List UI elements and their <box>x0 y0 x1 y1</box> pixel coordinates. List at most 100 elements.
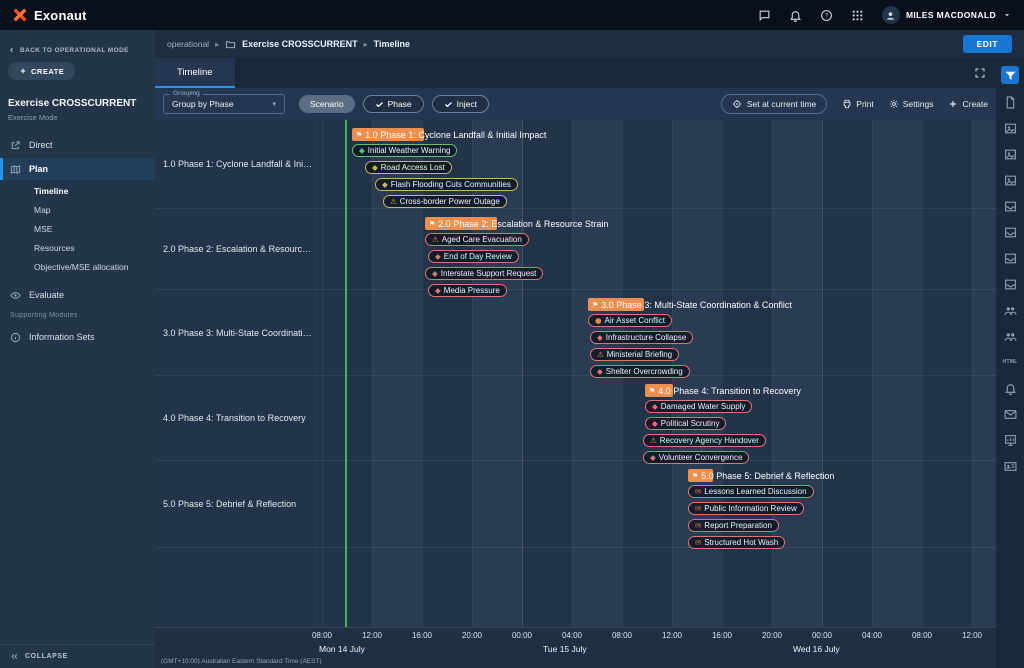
tick-label: 08:00 <box>902 631 942 640</box>
apps-grid-icon[interactable] <box>851 9 864 22</box>
create-inject-button[interactable]: Create <box>948 99 988 109</box>
tray-icon[interactable] <box>1002 198 1018 214</box>
breadcrumb-page: Timeline <box>374 39 410 49</box>
fullscreen-icon[interactable] <box>974 67 986 79</box>
grouping-select[interactable]: Grouping Group by Phase ▾ <box>163 94 285 114</box>
diamond-icon: ◆ <box>650 454 656 462</box>
diamond-icon: ◆ <box>435 287 441 295</box>
phase-bar[interactable]: ⚑4.0 Phase 4: Transition to Recovery <box>645 384 801 397</box>
sidebar-item-timeline[interactable]: Timeline <box>34 182 68 200</box>
sidebar-item-information-sets[interactable]: Information Sets <box>0 326 155 348</box>
sidebar-item-direct[interactable]: Direct <box>0 134 155 156</box>
toolbar-right-actions: Set at current time Print Settings Creat… <box>721 94 988 114</box>
chevron-down-icon <box>1002 10 1012 20</box>
inject-chip-label: Initial Weather Warning <box>368 146 451 155</box>
create-button[interactable]: CREATE <box>8 62 75 80</box>
inject-chip[interactable]: ⚠Cross-border Power Outage <box>383 195 507 208</box>
phase-bar-label: 5.0 Phase 5: Debrief & Reflection <box>701 471 834 481</box>
sidebar-item-evaluate[interactable]: Evaluate <box>0 284 155 306</box>
inject-chip[interactable]: ◆Infrastructure Collapse <box>590 331 693 344</box>
sidebar-item-mse[interactable]: MSE <box>34 220 52 238</box>
filter-chips: Scenario Phase Inject <box>299 95 489 113</box>
inject-chip[interactable]: ●Air Asset Conflict <box>588 314 672 327</box>
target-icon <box>732 99 742 109</box>
app-logo-text: Exonaut <box>34 8 87 23</box>
inject-chip[interactable]: ◆Interstate Support Request <box>425 267 543 280</box>
inject-chip-label: Public Information Review <box>704 504 796 513</box>
inject-chip[interactable]: ⚠Recovery Agency Handover <box>643 434 766 447</box>
inject-chip[interactable]: ◆Damaged Water Supply <box>645 400 752 413</box>
inject-filter-chip[interactable]: Inject <box>432 95 489 113</box>
file-icon[interactable] <box>1002 94 1018 110</box>
mail-icon: ✉ <box>695 505 701 513</box>
group-icon[interactable] <box>1002 328 1018 344</box>
tray-icon[interactable] <box>1002 250 1018 266</box>
inject-chip[interactable]: ◆Shelter Overcrowding <box>590 365 690 378</box>
phase-bar[interactable]: ⚑5.0 Phase 5: Debrief & Reflection <box>688 469 834 482</box>
settings-button[interactable]: Settings <box>889 99 934 109</box>
print-button[interactable]: Print <box>842 99 873 109</box>
collapse-sidebar-button[interactable]: COLLAPSE <box>0 644 155 668</box>
inject-chip[interactable]: ✉Lessons Learned Discussion <box>688 485 814 498</box>
edit-button[interactable]: EDIT <box>963 35 1012 53</box>
sidebar-item-map[interactable]: Map <box>34 201 51 219</box>
user-menu[interactable]: MILES MACDONALD <box>882 6 1012 24</box>
set-at-current-time-button[interactable]: Set at current time <box>721 94 827 114</box>
plus-icon <box>19 67 27 75</box>
mail-icon: ✉ <box>695 488 701 496</box>
sidebar-item-objective-mse-allocation[interactable]: Objective/MSE allocation <box>34 258 129 276</box>
idcard-icon[interactable] <box>1002 458 1018 474</box>
inject-chip[interactable]: ◆Road Access Lost <box>365 161 452 174</box>
gear-icon <box>889 99 899 109</box>
tray-icon[interactable] <box>1002 276 1018 292</box>
help-icon[interactable]: ? <box>820 9 833 22</box>
notifications-bell-icon[interactable] <box>789 9 802 22</box>
right-icon-rail: HTML <box>996 58 1024 668</box>
breadcrumb: operational ▸ Exercise CROSSCURRENT ▸ Ti… <box>155 30 1024 58</box>
scenario-filter-chip[interactable]: Scenario <box>299 95 355 113</box>
inject-chip-label: End of Day Review <box>444 252 512 261</box>
chip-label: Inject <box>457 99 477 109</box>
inject-chip[interactable]: ◆Political Scrutiny <box>645 417 726 430</box>
inject-chip[interactable]: ⚠Aged Care Evacuation <box>425 233 529 246</box>
sidebar-item-label: Information Sets <box>29 332 95 342</box>
chip-label: Phase <box>388 99 412 109</box>
inject-chip[interactable]: ◆Volunteer Convergence <box>643 451 749 464</box>
collapse-label: COLLAPSE <box>25 653 68 660</box>
day-label: Mon 14 July <box>319 644 365 654</box>
chartboard-icon[interactable] <box>1002 432 1018 448</box>
inject-chip[interactable]: ✉Structured Hot Wash <box>688 536 785 549</box>
eye-icon <box>10 290 21 301</box>
image-icon[interactable] <box>1002 146 1018 162</box>
image-icon[interactable] <box>1002 120 1018 136</box>
mail-icon[interactable] <box>1002 406 1018 422</box>
bell-icon[interactable] <box>1002 380 1018 396</box>
app-logo[interactable]: Exonaut <box>12 7 87 23</box>
inject-chip-label: Aged Care Evacuation <box>442 235 522 244</box>
inject-chip[interactable]: ◆Flash Flooding Cuts Communities <box>375 178 518 191</box>
group-icon[interactable] <box>1002 302 1018 318</box>
mail-icon: ✉ <box>695 539 701 547</box>
html-icon[interactable]: HTML <box>1002 354 1018 370</box>
sidebar-item-resources[interactable]: Resources <box>34 239 75 257</box>
inject-chip[interactable]: ◆End of Day Review <box>428 250 519 263</box>
inject-chip[interactable]: ✉Report Preparation <box>688 519 779 532</box>
inject-chip-label: Interstate Support Request <box>441 269 537 278</box>
breadcrumb-root[interactable]: operational <box>167 39 209 49</box>
phase-bar[interactable]: ⚑3.0 Phase 3: Multi-State Coordination &… <box>588 298 792 311</box>
back-to-operational-mode-link[interactable]: BACK TO OPERATIONAL MODE <box>8 46 129 54</box>
image-icon[interactable] <box>1002 172 1018 188</box>
phase-bar[interactable]: ⚑1.0 Phase 1: Cyclone Landfall & Initial… <box>352 128 546 141</box>
inject-chip[interactable]: ⚠Ministerial Briefing <box>590 348 679 361</box>
tab-timeline[interactable]: Timeline <box>155 58 235 88</box>
inject-chip[interactable]: ◆Media Pressure <box>428 284 507 297</box>
inject-chip[interactable]: ◆Initial Weather Warning <box>352 144 457 157</box>
phase-bar[interactable]: ⚑2.0 Phase 2: Escalation & Resource Stra… <box>425 217 608 230</box>
breadcrumb-exercise[interactable]: Exercise CROSSCURRENT <box>242 39 358 49</box>
filter-icon[interactable] <box>1001 66 1019 84</box>
chat-icon[interactable] <box>758 9 771 22</box>
inject-chip[interactable]: ✉Public Information Review <box>688 502 804 515</box>
sidebar-item-plan[interactable]: Plan <box>0 158 155 180</box>
phase-filter-chip[interactable]: Phase <box>363 95 424 113</box>
tray-icon[interactable] <box>1002 224 1018 240</box>
